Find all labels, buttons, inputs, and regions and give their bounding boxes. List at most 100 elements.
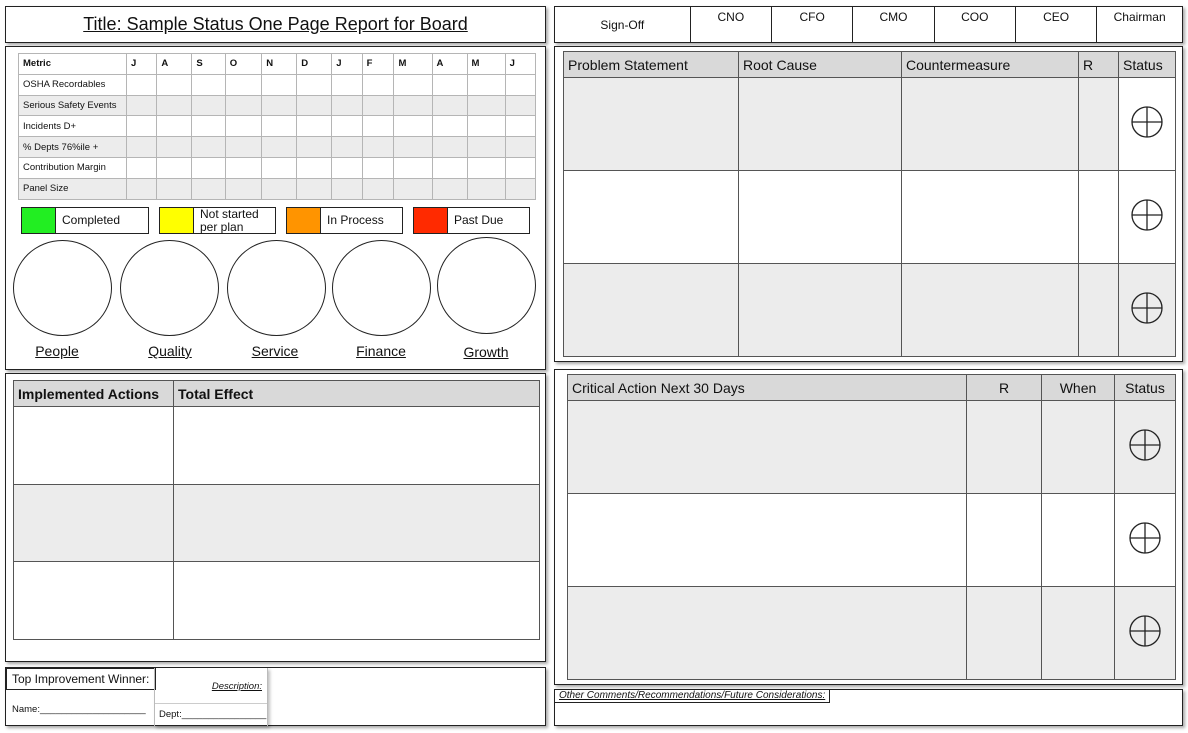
metric-value-cell[interactable] — [504, 94, 537, 117]
when-cell[interactable] — [1041, 493, 1115, 587]
metric-value-cell[interactable] — [125, 115, 158, 138]
status-cell[interactable] — [1114, 586, 1176, 680]
metric-value-cell[interactable] — [125, 136, 158, 158]
metric-value-cell[interactable] — [296, 73, 333, 96]
metric-value-cell[interactable] — [361, 94, 395, 117]
metric-value-cell[interactable] — [331, 177, 363, 200]
metric-value-cell[interactable] — [331, 136, 363, 158]
metric-value-cell[interactable] — [431, 115, 468, 138]
responsible-cell[interactable] — [966, 493, 1042, 587]
status-cell[interactable] — [1114, 400, 1176, 494]
metric-value-cell[interactable] — [156, 94, 193, 117]
status-cell[interactable] — [1118, 263, 1176, 357]
metric-value-cell[interactable] — [261, 73, 298, 96]
metric-value-cell[interactable] — [191, 177, 226, 200]
problem-statement-cell[interactable] — [563, 170, 739, 264]
responsible-cell[interactable] — [966, 586, 1042, 680]
metric-value-cell[interactable] — [361, 73, 395, 96]
metric-value-cell[interactable] — [393, 94, 433, 117]
metric-value-cell[interactable] — [296, 156, 333, 179]
metric-value-cell[interactable] — [125, 94, 158, 117]
metric-value-cell[interactable] — [504, 156, 537, 179]
signoff-cno[interactable]: CNO — [691, 7, 772, 42]
critical-action-cell[interactable] — [567, 400, 967, 494]
total-effect-cell[interactable] — [173, 483, 540, 562]
metric-value-cell[interactable] — [331, 73, 363, 96]
metric-value-cell[interactable] — [466, 156, 506, 179]
quality-status-circle[interactable] — [120, 240, 219, 336]
metric-value-cell[interactable] — [224, 115, 263, 138]
metric-value-cell[interactable] — [191, 156, 226, 179]
problem-statement-cell[interactable] — [563, 263, 739, 357]
metric-value-cell[interactable] — [261, 156, 298, 179]
critical-action-cell[interactable] — [567, 493, 967, 587]
critical-action-cell[interactable] — [567, 586, 967, 680]
root-cause-cell[interactable] — [738, 77, 902, 171]
status-crosshair-icon[interactable] — [1128, 614, 1162, 648]
metric-value-cell[interactable] — [224, 73, 263, 96]
metric-value-cell[interactable] — [156, 136, 193, 158]
status-crosshair-icon[interactable] — [1128, 428, 1162, 462]
metric-value-cell[interactable] — [393, 156, 433, 179]
signoff-cfo[interactable]: CFO — [772, 7, 854, 42]
countermeasure-cell[interactable] — [901, 263, 1079, 357]
service-status-circle[interactable] — [227, 240, 326, 336]
metric-value-cell[interactable] — [393, 73, 433, 96]
metric-value-cell[interactable] — [431, 177, 468, 200]
winner-description-label[interactable]: Description: — [212, 681, 262, 692]
metric-value-cell[interactable] — [361, 177, 395, 200]
implemented-action-cell[interactable] — [13, 406, 174, 485]
metric-value-cell[interactable] — [466, 115, 506, 138]
status-crosshair-icon[interactable] — [1130, 291, 1164, 325]
metric-value-cell[interactable] — [361, 156, 395, 179]
winner-name-field[interactable]: Name:____________________ — [12, 704, 146, 715]
status-cell[interactable] — [1118, 170, 1176, 264]
metric-value-cell[interactable] — [466, 177, 506, 200]
metric-value-cell[interactable] — [504, 73, 537, 96]
metric-value-cell[interactable] — [125, 73, 158, 96]
metric-value-cell[interactable] — [431, 94, 468, 117]
metric-value-cell[interactable] — [261, 115, 298, 138]
metric-value-cell[interactable] — [296, 136, 333, 158]
metric-value-cell[interactable] — [431, 136, 468, 158]
comments-panel[interactable]: Other Comments/Recommendations/Future Co… — [554, 689, 1183, 726]
metric-value-cell[interactable] — [224, 136, 263, 158]
when-cell[interactable] — [1041, 400, 1115, 494]
responsible-cell[interactable] — [1078, 263, 1119, 357]
signoff-cmo[interactable]: CMO — [853, 7, 935, 42]
growth-status-circle[interactable] — [437, 237, 536, 334]
countermeasure-cell[interactable] — [901, 170, 1079, 264]
people-status-circle[interactable] — [13, 240, 112, 336]
signoff-coo[interactable]: COO — [935, 7, 1016, 42]
metric-value-cell[interactable] — [125, 177, 158, 200]
status-cell[interactable] — [1118, 77, 1176, 171]
status-crosshair-icon[interactable] — [1128, 521, 1162, 555]
metric-value-cell[interactable] — [261, 177, 298, 200]
metric-value-cell[interactable] — [466, 94, 506, 117]
implemented-action-cell[interactable] — [13, 483, 174, 562]
metric-value-cell[interactable] — [261, 94, 298, 117]
metric-value-cell[interactable] — [296, 94, 333, 117]
metric-value-cell[interactable] — [331, 115, 363, 138]
metric-value-cell[interactable] — [125, 156, 158, 179]
metric-value-cell[interactable] — [156, 177, 193, 200]
problem-statement-cell[interactable] — [563, 77, 739, 171]
metric-value-cell[interactable] — [296, 177, 333, 200]
metric-value-cell[interactable] — [191, 94, 226, 117]
signoff-chairman[interactable]: Chairman — [1097, 7, 1182, 42]
metric-value-cell[interactable] — [466, 136, 506, 158]
metric-value-cell[interactable] — [261, 136, 298, 158]
winner-dept-field[interactable]: Dept:________________ — [159, 709, 266, 720]
metric-value-cell[interactable] — [431, 73, 468, 96]
metric-value-cell[interactable] — [191, 73, 226, 96]
status-crosshair-icon[interactable] — [1130, 105, 1164, 139]
metric-value-cell[interactable] — [504, 177, 537, 200]
status-cell[interactable] — [1114, 493, 1176, 587]
finance-status-circle[interactable] — [332, 240, 431, 336]
metric-value-cell[interactable] — [331, 156, 363, 179]
metric-value-cell[interactable] — [361, 115, 395, 138]
total-effect-cell[interactable] — [173, 561, 540, 640]
when-cell[interactable] — [1041, 586, 1115, 680]
status-crosshair-icon[interactable] — [1130, 198, 1164, 232]
responsible-cell[interactable] — [966, 400, 1042, 494]
